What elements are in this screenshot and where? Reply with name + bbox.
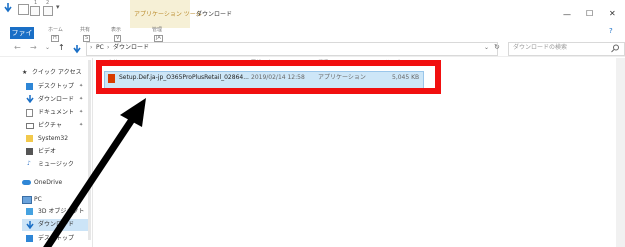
download-folder-icon	[73, 45, 81, 54]
key-hint-share: S	[83, 35, 91, 42]
nav-item-desktop[interactable]: デスクトップ	[38, 84, 74, 90]
recent-locations-icon[interactable]: ⌄	[45, 45, 50, 51]
title-bar: 1 2 ▾ アプリケーション ツール ダウンロード — ☐ ✕	[0, 0, 625, 28]
quick-access-star-icon: ★	[22, 69, 28, 76]
breadcrumb-downloads[interactable]: ダウンロード	[113, 45, 149, 51]
3d-objects-icon	[26, 208, 33, 215]
back-button[interactable]: ←	[14, 44, 21, 52]
desktop-icon	[26, 83, 33, 90]
context-tab-label: アプリケーション ツール	[134, 11, 202, 18]
refresh-icon[interactable]: ↻	[494, 44, 500, 51]
qat-dropdown-icon[interactable]: ▾	[56, 4, 60, 11]
nav-item-documents[interactable]: ドキュメント	[38, 110, 74, 116]
nav-item-system32[interactable]: System32	[38, 136, 68, 142]
key-hint-home: H	[51, 35, 59, 42]
search-icon	[611, 44, 619, 53]
nav-item-music[interactable]: ミュージック	[38, 162, 74, 168]
forward-button[interactable]: →	[30, 44, 37, 52]
window-title: ダウンロード	[196, 11, 233, 18]
tab-manage[interactable]: 管理	[152, 28, 162, 33]
breadcrumb-pc[interactable]: PC	[96, 45, 104, 51]
arrow-down-icon[interactable]	[3, 3, 13, 13]
qat-newfolder-icon[interactable]	[43, 6, 53, 16]
qat-properties-icon[interactable]	[30, 6, 40, 16]
pictures-icon	[26, 123, 34, 129]
breadcrumb-separator-icon-2: ›	[107, 44, 110, 51]
tab-share[interactable]: 共有	[80, 28, 90, 33]
downloads-arrow-icon	[26, 95, 34, 103]
pin-icon: ✦	[79, 83, 84, 89]
nav-item-3d-objects[interactable]: 3D オブジェクト	[38, 209, 84, 215]
nav-item-pc-desktop[interactable]: デスクトップ	[38, 236, 74, 242]
key-hint-view: V	[114, 35, 122, 42]
highlight-box	[96, 60, 441, 94]
minimize-button[interactable]: —	[563, 11, 571, 19]
tab-file[interactable]: ファイル	[10, 27, 34, 49]
downloads-arrow-icon-2	[26, 221, 34, 229]
nav-pc[interactable]: PC	[34, 197, 42, 203]
videos-icon	[26, 148, 33, 155]
address-dropdown-icon[interactable]: ⌄	[484, 45, 489, 51]
tab-view[interactable]: 表示	[111, 28, 121, 33]
nav-item-pc-downloads[interactable]: ダウンロード	[38, 222, 74, 228]
key-hint-manage: JA	[154, 35, 163, 42]
documents-icon	[26, 109, 33, 117]
pin-icon-2: ✦	[79, 96, 84, 102]
search-placeholder: ダウンロードの検索	[513, 44, 568, 51]
nav-onedrive[interactable]: OneDrive	[34, 180, 62, 186]
up-button[interactable]: ↑	[58, 44, 65, 52]
onedrive-cloud-icon	[22, 180, 31, 185]
pin-icon-3: ✦	[79, 109, 84, 115]
pc-icon	[22, 196, 32, 204]
nav-quick-access[interactable]: クイック アクセス	[32, 70, 82, 76]
maximize-button[interactable]: ☐	[586, 10, 593, 18]
folder-icon	[26, 135, 33, 142]
nav-item-pictures[interactable]: ピクチャ	[38, 123, 62, 129]
nav-item-videos[interactable]: ビデオ	[38, 149, 56, 155]
nav-item-downloads[interactable]: ダウンロード	[38, 97, 74, 103]
content-scrollbar[interactable]	[616, 58, 625, 247]
tab-home[interactable]: ホーム	[48, 28, 63, 33]
close-button[interactable]: ✕	[609, 10, 616, 18]
nav-scrollbar[interactable]	[88, 60, 91, 240]
qat-box-icon[interactable]	[18, 4, 29, 15]
ribbon-tab-strip	[0, 28, 625, 43]
desktop-icon-2	[26, 235, 33, 242]
pin-icon-4: ✦	[79, 122, 84, 128]
breadcrumb-separator-icon: ›	[90, 44, 93, 51]
music-icon: ♪	[27, 160, 31, 167]
help-icon[interactable]: ?	[609, 28, 613, 35]
